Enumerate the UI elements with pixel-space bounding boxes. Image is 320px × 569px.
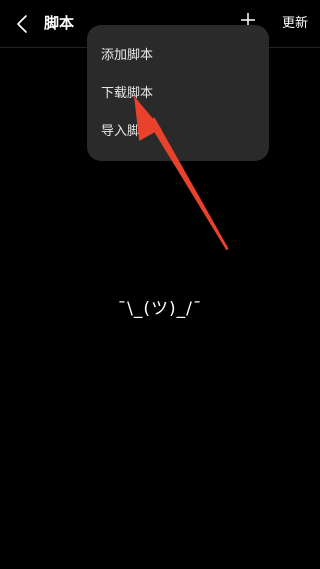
menu-item-add-script[interactable]: 添加脚本 xyxy=(101,47,153,65)
menu-item-import-script[interactable]: 导入脚本 xyxy=(101,123,153,141)
back-button[interactable] xyxy=(12,12,32,36)
add-script-dropdown-menu: 添加脚本 下载脚本 导入脚本 xyxy=(87,25,269,161)
empty-state-shrug: ¯\_(ツ)_/¯ xyxy=(117,299,203,319)
update-button[interactable]: 更新 xyxy=(282,15,308,33)
menu-item-download-script[interactable]: 下载脚本 xyxy=(101,85,153,103)
chevron-left-icon xyxy=(17,15,27,33)
page-title: 脚本 xyxy=(44,14,75,32)
scripts-screen: 脚本 更新 ¯\_(ツ)_/¯ 添加脚本 下载脚本 导入脚本 xyxy=(0,0,320,569)
